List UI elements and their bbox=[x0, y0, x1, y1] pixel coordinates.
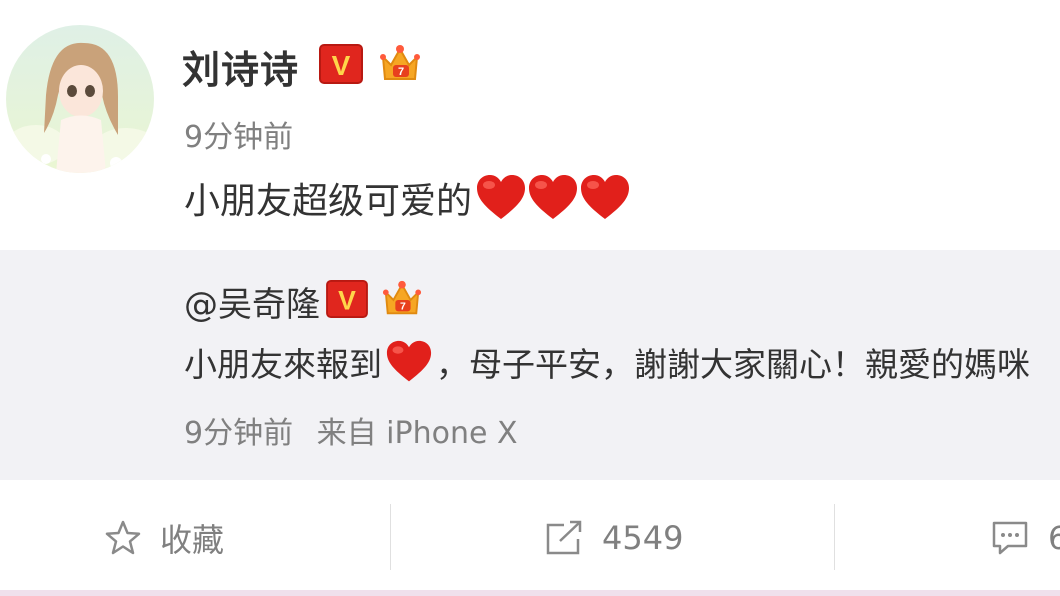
heart-icon bbox=[386, 340, 432, 382]
avatar[interactable] bbox=[6, 25, 154, 173]
svg-text:V: V bbox=[332, 50, 351, 81]
author-row: 刘诗诗 V 7 bbox=[182, 40, 423, 92]
heart-emoji-group bbox=[474, 173, 630, 223]
favorite-label: 收藏 bbox=[160, 521, 225, 559]
divider bbox=[834, 504, 835, 570]
repost-text-after: ，母子平安，謝謝大家關心！親愛的媽咪 bbox=[436, 345, 1030, 384]
share-icon bbox=[546, 520, 582, 555]
star-icon bbox=[105, 520, 141, 555]
post-text-content: 小朋友超级可爱的 bbox=[184, 181, 473, 222]
crown-icon[interactable]: 7 bbox=[377, 43, 423, 89]
repost-time[interactable]: 9分钟前 bbox=[184, 416, 293, 451]
repost-author-row: @吴奇隆 V 7 bbox=[184, 277, 424, 326]
divider bbox=[390, 504, 391, 570]
repost-source[interactable]: 来自 iPhone X bbox=[317, 416, 518, 451]
repost-card[interactable]: @吴奇隆 V 7 小朋友來報到 ，母子平安，謝謝大家關心！親愛的媽咪 9分钟前 bbox=[0, 250, 1060, 480]
repost-text: 小朋友來報到 ，母子平安，謝謝大家關心！親愛的媽咪 bbox=[184, 338, 1060, 386]
repost-text-before: 小朋友來報到 bbox=[184, 345, 382, 384]
repost-button[interactable]: 4549 bbox=[544, 510, 683, 566]
svg-text:7: 7 bbox=[398, 66, 404, 78]
favorite-button[interactable]: 收藏 bbox=[104, 510, 224, 566]
repost-author-name[interactable]: @吴奇隆 bbox=[184, 277, 320, 326]
author-name[interactable]: 刘诗诗 bbox=[182, 39, 299, 94]
action-bar: 收藏 4549 6 bbox=[0, 480, 1060, 596]
comment-button[interactable]: 6 bbox=[990, 510, 1060, 566]
crown-icon[interactable]: 7 bbox=[380, 279, 424, 323]
repost-count: 4549 bbox=[602, 519, 684, 557]
repost-meta: 9分钟前 来自 iPhone X bbox=[184, 408, 518, 452]
comment-icon bbox=[992, 521, 1028, 555]
post-time[interactable]: 9分钟前 bbox=[184, 112, 293, 156]
comment-count: 6 bbox=[1048, 519, 1060, 557]
post-text: 小朋友超级可爱的 bbox=[184, 170, 630, 226]
heart-icon bbox=[529, 175, 578, 219]
svg-text:7: 7 bbox=[400, 301, 406, 312]
heart-icon bbox=[477, 175, 526, 219]
verified-badge-icon: V bbox=[326, 280, 368, 322]
svg-text:V: V bbox=[338, 285, 356, 315]
verified-badge-icon: V bbox=[319, 44, 364, 88]
heart-icon bbox=[581, 175, 630, 219]
